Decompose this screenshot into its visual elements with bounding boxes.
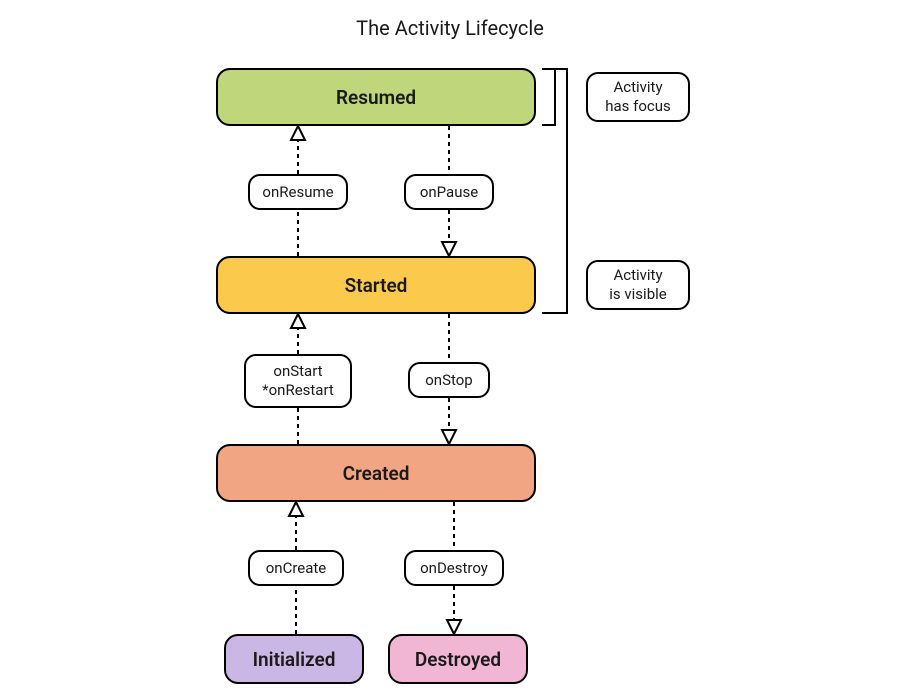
transition-oncreate-label: onCreate — [266, 559, 327, 578]
state-resumed-label: Resumed — [336, 86, 416, 109]
annotation-isvisible: Activity is visible — [586, 260, 690, 310]
transition-onresume-label: onResume — [262, 183, 333, 202]
annotation-isvisible-label: Activity is visible — [609, 266, 666, 305]
arrow-onstart-head — [291, 314, 305, 328]
state-created-label: Created — [343, 462, 410, 485]
transition-ondestroy: onDestroy — [404, 550, 504, 586]
state-created: Created — [216, 444, 536, 502]
state-destroyed-label: Destroyed — [415, 648, 501, 671]
diagram-title: The Activity Lifecycle — [0, 16, 900, 40]
transition-onpause: onPause — [404, 174, 494, 210]
state-destroyed: Destroyed — [388, 634, 528, 684]
arrow-ondestroy-head — [447, 620, 461, 634]
state-initialized: Initialized — [224, 634, 364, 684]
annotation-hasfocus: Activity has focus — [586, 72, 690, 122]
transition-ondestroy-label: onDestroy — [420, 559, 488, 578]
state-resumed: Resumed — [216, 68, 536, 126]
state-started: Started — [216, 256, 536, 314]
arrow-oncreate-head — [289, 502, 303, 516]
arrow-onresume-head — [291, 126, 305, 140]
transition-onstop-label: onStop — [425, 371, 472, 390]
arrow-onstop-head — [442, 430, 456, 444]
state-initialized-label: Initialized — [253, 648, 336, 671]
transition-onpause-label: onPause — [420, 183, 478, 202]
annotation-hasfocus-label: Activity has focus — [605, 78, 671, 117]
transition-onstop: onStop — [408, 362, 490, 398]
transition-onstart-onrestart: onStart *onRestart — [244, 354, 352, 408]
bracket-isvisible — [542, 68, 568, 314]
state-started-label: Started — [345, 274, 408, 297]
arrow-onpause-head — [442, 242, 456, 256]
diagram-canvas: The Activity Lifecycle Resumed Started C… — [0, 0, 900, 695]
transition-oncreate: onCreate — [248, 550, 344, 586]
transition-onstart-onrestart-label: onStart *onRestart — [262, 362, 334, 400]
transition-onresume: onResume — [248, 174, 348, 210]
